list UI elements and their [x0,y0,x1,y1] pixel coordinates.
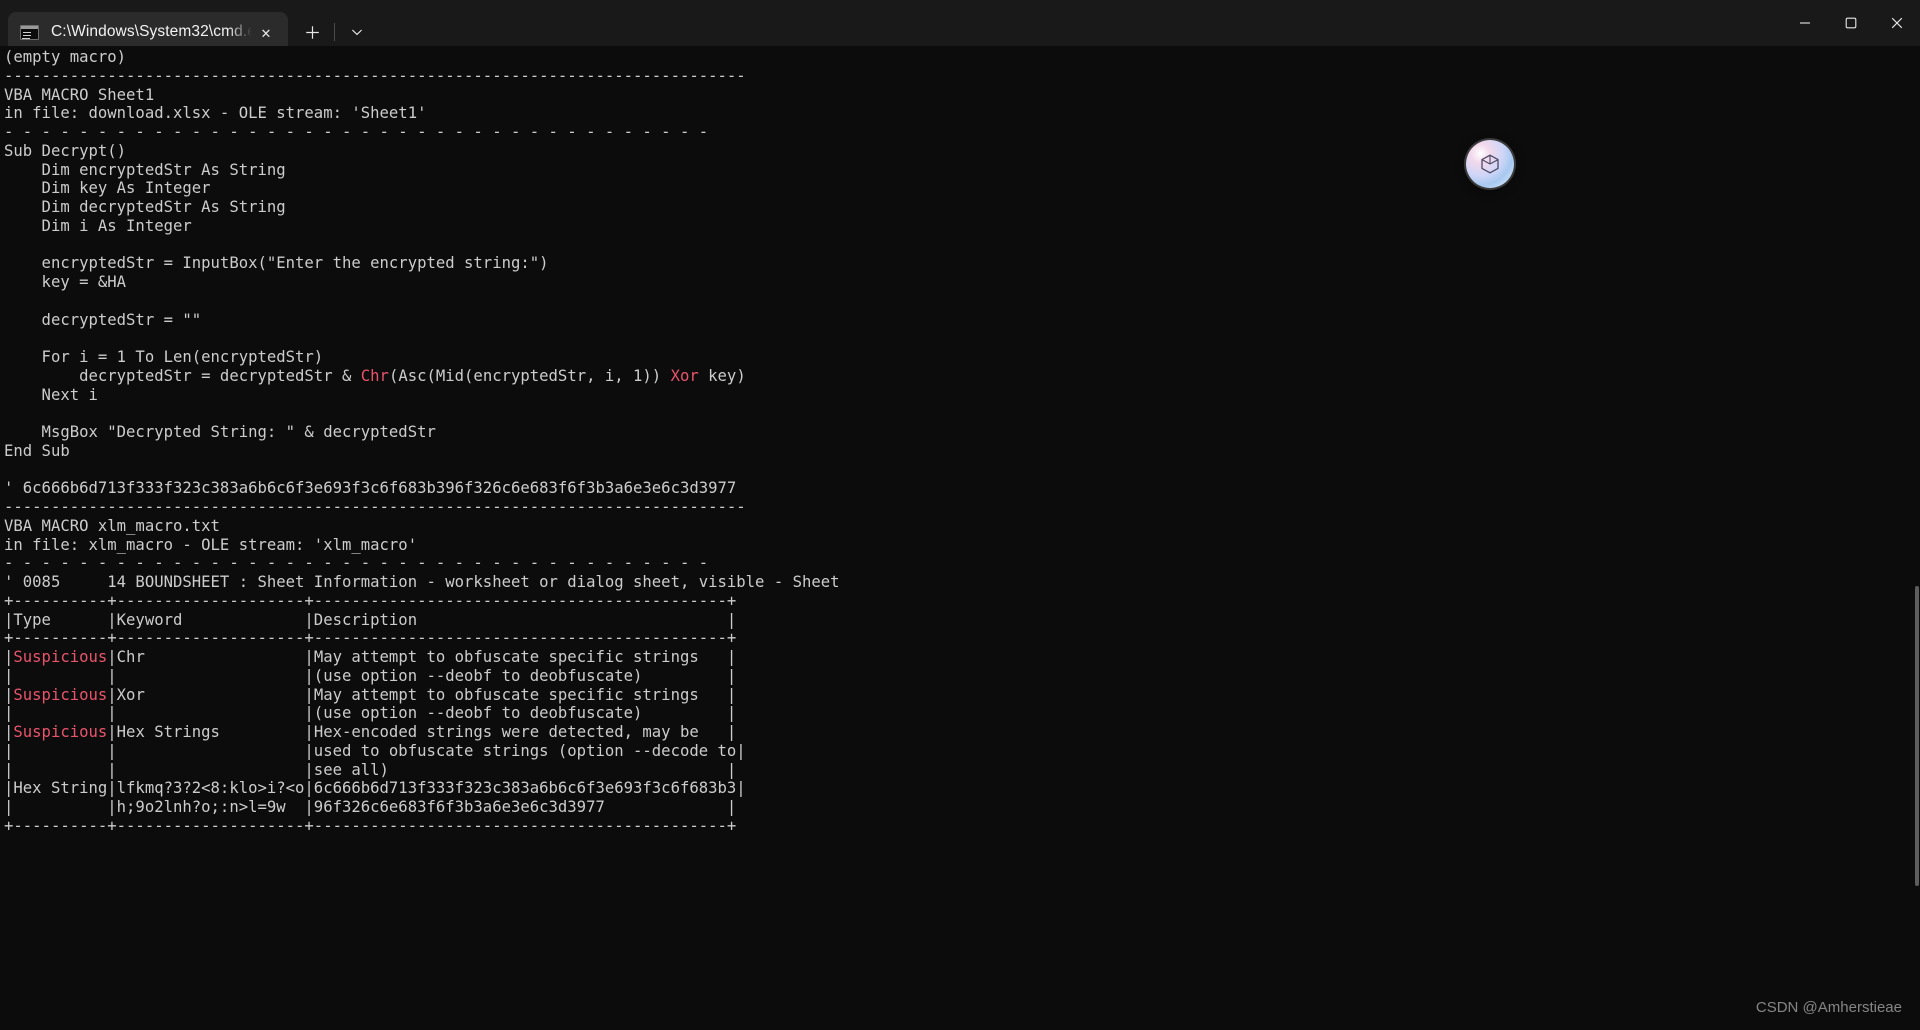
close-tab-icon[interactable]: ✕ [252,18,280,46]
terminal-line: Sub Decrypt() [4,141,127,160]
copilot-orb-icon[interactable] [1466,140,1514,188]
maximize-button[interactable] [1828,0,1874,46]
highlighted-keyword: Chr [360,366,389,385]
highlighted-keyword: Suspicious [13,723,108,741]
terminal-line: Dim decryptedStr As String [4,198,286,216]
terminal-line: ' 6c666b6d713f333f323c383a6b6c6f3e693f3c… [4,479,737,498]
terminal-line: - - - - - - - - - - - - - - - - - - - - … [4,554,718,573]
terminal-output: (empty macro) ---------------------------… [4,48,1920,836]
terminal-line: | |h;9o2lnh?o;:n>l=9w |96f326c6e683f6f3b… [4,798,737,816]
console-icon [20,24,39,40]
terminal-line: ----------------------------------------… [4,66,746,85]
terminal-text: | [4,723,14,741]
terminal-line: | | |(use option --deobf to deobfuscate)… [4,704,737,723]
tab-strip: C:\Windows\System32\cmd.exe ✕ [0,0,288,52]
terminal-line: |Suspicious|Hex Strings |Hex-encoded str… [4,723,1920,742]
terminal-line: ' 0085 14 BOUNDSHEET : Sheet Information… [4,573,840,591]
minimize-button[interactable] [1782,0,1828,46]
terminal-scrollbar[interactable] [1914,46,1920,1030]
terminal-line: |Suspicious|Xor |May attempt to obfuscat… [4,686,1920,705]
terminal-text: |Chr |May attempt to obfuscate specific … [107,648,737,666]
terminal-text: | [4,648,14,666]
toolbar-divider [334,23,335,41]
terminal-text: (Asc(Mid(encryptedStr, i, 1)) [388,366,671,385]
terminal-line: in file: download.xlsx - OLE stream: 'Sh… [4,104,427,123]
scrollbar-thumb[interactable] [1915,586,1919,886]
terminal-line: decryptedStr = decryptedStr & Chr(Asc(Mi… [4,367,1920,386]
terminal-line: Dim i As Integer [4,216,192,235]
terminal-text: key) [698,366,746,385]
terminal-line: +----------+--------------------+-------… [4,629,737,648]
terminal-line: MsgBox "Decrypted String: " & decryptedS… [4,423,436,441]
terminal-text: |Hex Strings |Hex-encoded strings were d… [107,723,737,741]
terminal-line: encryptedStr = InputBox("Enter the encry… [4,254,549,273]
new-tab-icon[interactable] [294,16,330,48]
close-window-button[interactable] [1874,0,1920,46]
terminal-line: VBA MACRO Sheet1 [4,85,155,104]
terminal-line: Dim encryptedStr As String [4,160,286,179]
highlighted-keyword: Suspicious [13,685,108,704]
terminal-text: |Xor |May attempt to obfuscate specific … [107,685,737,704]
highlighted-keyword: Xor [670,366,699,385]
title-bar: C:\Windows\System32\cmd.exe ✕ [0,0,1920,52]
chevron-down-icon[interactable] [339,16,375,48]
terminal-line: |Hex String|lfkmq?3?2<8:klo>i?<o|6c666b6… [4,779,746,798]
terminal-line: | | |(use option --deobf to deobfuscate)… [4,666,737,685]
terminal-line: ----------------------------------------… [4,498,746,516]
terminal-line: End Sub [4,441,70,460]
terminal-text: | [4,685,14,704]
terminal-line: Next i [4,385,98,404]
terminal-line: Dim key As Integer [4,179,211,198]
terminal-line: - - - - - - - - - - - - - - - - - - - - … [4,123,718,141]
terminal-line: VBA MACRO xlm_macro.txt [4,516,220,535]
terminal-line: For i = 1 To Len(encryptedStr) [4,348,324,366]
terminal-line: +----------+--------------------+-------… [4,816,737,835]
window-controls [1782,0,1920,46]
terminal-line: decryptedStr = "" [4,310,202,329]
terminal-viewport[interactable]: (empty macro) ---------------------------… [0,46,1920,1030]
terminal-text: decryptedStr = decryptedStr & [4,366,361,385]
terminal-line: (empty macro) [4,48,127,66]
terminal-line: | | |used to obfuscate strings (option -… [4,741,746,760]
terminal-line: |Type |Keyword |Description | [4,610,737,629]
terminal-line: |Suspicious|Chr |May attempt to obfuscat… [4,648,1920,667]
tab-title: C:\Windows\System32\cmd.exe [51,23,252,40]
terminal-line: in file: xlm_macro - OLE stream: 'xlm_ma… [4,535,418,554]
terminal-window: C:\Windows\System32\cmd.exe ✕ (empty mac… [0,0,1920,1030]
terminal-line: | | |see all) | [4,760,737,779]
terminal-line: key = &HA [4,273,127,291]
highlighted-keyword: Suspicious [13,648,108,666]
watermark: CSDN @Amherstieae [1755,999,1902,1016]
terminal-line: +----------+--------------------+-------… [4,591,737,610]
